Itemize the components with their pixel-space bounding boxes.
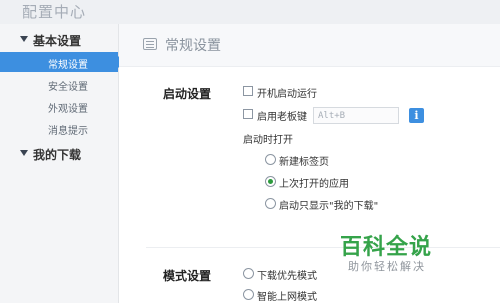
- sidebar-item-general[interactable]: 常规设置: [0, 52, 124, 72]
- radio-label: 上次打开的应用: [279, 179, 349, 190]
- radio-label: 智能上网模式: [257, 292, 317, 303]
- bosskey-checkbox[interactable]: [243, 109, 253, 119]
- sidebar-item-appearance[interactable]: 外观设置: [0, 96, 118, 116]
- radio-label: 启动只显示"我的下载": [279, 201, 379, 212]
- autostart-label: 开机启动运行: [257, 89, 317, 100]
- sidebar-item-label: 消息提示: [48, 126, 88, 137]
- bosskey-label: 启用老板键: [257, 112, 307, 123]
- radio-button[interactable]: [265, 154, 276, 165]
- sidebar-group-label: 基本设置: [33, 34, 82, 48]
- info-icon[interactable]: i: [409, 108, 424, 123]
- sidebar-item-label: 外观设置: [48, 104, 88, 115]
- radio-button-checked[interactable]: [265, 176, 276, 187]
- chevron-down-icon: [20, 36, 28, 42]
- section-title-startup: 启动设置: [163, 87, 212, 101]
- sidebar-item-label: 安全设置: [48, 82, 88, 93]
- bosskey-hotkey-input[interactable]: Alt+B: [313, 107, 399, 124]
- sidebar-item-security[interactable]: 安全设置: [0, 74, 118, 94]
- sidebar-group-basic-settings[interactable]: 基本设置: [0, 30, 118, 50]
- open-on-start-label: 启动时打开: [243, 135, 293, 146]
- radio-button[interactable]: [265, 198, 276, 209]
- sidebar-item-notifications[interactable]: 消息提示: [0, 118, 118, 138]
- chevron-down-icon: [20, 150, 28, 156]
- window-title: 配置中心: [22, 3, 87, 21]
- watermark-title: 百科全说: [340, 235, 433, 260]
- watermark-subtitle: 助你轻松解决: [348, 260, 426, 273]
- page-title: 常规设置: [165, 38, 221, 54]
- watermark: 百科全说 助你轻松解决: [340, 229, 470, 275]
- section-title-mode: 模式设置: [163, 269, 212, 283]
- title-bar: 配置中心: [0, 0, 500, 24]
- sidebar-group-label: 我的下载: [33, 148, 82, 162]
- sidebar-item-label: 常规设置: [48, 60, 88, 71]
- radio-button[interactable]: [243, 268, 254, 279]
- list-icon: [143, 38, 157, 50]
- sidebar-group-my-downloads[interactable]: 我的下载: [0, 144, 118, 164]
- radio-button[interactable]: [243, 289, 254, 300]
- page-header: 常规设置: [119, 24, 500, 67]
- sidebar: 基本设置 常规设置 安全设置 外观设置 消息提示 我的下载: [0, 24, 124, 303]
- radio-label: 下载优先模式: [257, 271, 317, 282]
- radio-label: 新建标签页: [279, 157, 329, 168]
- autostart-checkbox[interactable]: [243, 86, 253, 96]
